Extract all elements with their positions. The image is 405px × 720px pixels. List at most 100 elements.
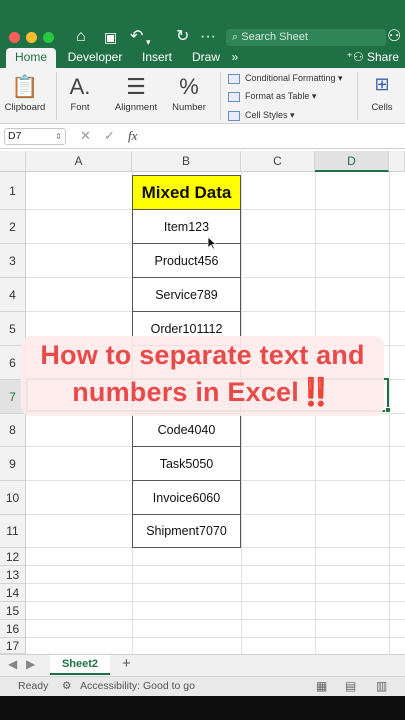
mouse-pointer-icon xyxy=(207,236,217,250)
cell-b3[interactable]: Product456 xyxy=(132,243,241,278)
cell-b11[interactable]: Shipment7070 xyxy=(132,514,241,548)
ribbon-tabs: Home Developer Insert Draw » ⁺⚇ Share xyxy=(0,48,405,68)
conditional-formatting-label: Conditional Formatting xyxy=(245,73,336,83)
accessibility-status[interactable]: Accessibility: Good to go xyxy=(80,677,195,696)
column-header-a[interactable]: A xyxy=(26,151,132,172)
tabs-overflow-chevron-icon[interactable]: » xyxy=(227,48,243,68)
search-icon: ⌕ xyxy=(232,31,239,43)
clipboard-group[interactable]: 📋 Clipboard xyxy=(2,68,48,124)
person-icon[interactable]: ⚇ xyxy=(387,28,401,46)
save-icon[interactable]: ▣ xyxy=(104,28,117,46)
page-layout-view-icon[interactable]: ▤ xyxy=(345,677,356,696)
cell-styles-button[interactable]: Cell Styles ▾ xyxy=(228,107,295,123)
normal-view-icon[interactable]: ▦ xyxy=(316,677,327,696)
cell-b1-header[interactable]: Mixed Data xyxy=(132,175,241,210)
conditional-formatting-button[interactable]: Conditional Formatting ▾ xyxy=(228,70,343,86)
add-person-icon: ⁺⚇ xyxy=(346,50,364,64)
format-as-table-icon xyxy=(228,91,240,102)
column-header-e[interactable] xyxy=(389,151,405,172)
column-header-c[interactable]: C xyxy=(241,151,315,172)
redo-icon[interactable]: ↻ xyxy=(176,28,189,46)
row-header-12[interactable]: 12 xyxy=(0,548,26,566)
fill-handle[interactable] xyxy=(385,407,391,413)
grid-line xyxy=(26,619,405,620)
format-as-table-label: Format as Table xyxy=(245,91,310,101)
share-button[interactable]: ⁺⚇ Share xyxy=(347,48,399,68)
select-all-corner[interactable] xyxy=(0,151,26,172)
row-header-10[interactable]: 10 xyxy=(0,481,26,515)
ribbon-separator xyxy=(56,72,57,120)
row-header-13[interactable]: 13 xyxy=(0,566,26,584)
undo-icon[interactable]: ↶ xyxy=(130,28,143,46)
title-overlay: How to separate text and numbers in Exce… xyxy=(21,336,384,416)
formula-bar: D7 ⇕ ✕ ✓ fx xyxy=(0,124,405,149)
next-sheet-icon[interactable]: ▶ xyxy=(26,657,35,671)
format-as-table-button[interactable]: Format as Table ▾ xyxy=(228,88,316,104)
search-sheet-input[interactable]: ⌕ Search Sheet xyxy=(226,29,386,46)
cell-b10[interactable]: Invoice6060 xyxy=(132,480,241,515)
prev-sheet-icon[interactable]: ◀ xyxy=(8,657,17,671)
bottom-frame xyxy=(0,696,405,720)
cell-b9[interactable]: Task5050 xyxy=(132,446,241,481)
row-header-9[interactable]: 9 xyxy=(0,447,26,481)
tab-home[interactable]: Home xyxy=(6,48,56,68)
name-box[interactable]: D7 ⇕ xyxy=(4,128,66,145)
minimize-window-button[interactable] xyxy=(26,32,37,43)
add-sheet-button[interactable]: + xyxy=(122,655,131,672)
cell-b4[interactable]: Service789 xyxy=(132,277,241,312)
row-header-2[interactable]: 2 xyxy=(0,210,26,244)
cells-label: Cells xyxy=(371,102,393,113)
column-header-b[interactable]: B xyxy=(132,151,241,172)
more-icon[interactable]: ··· xyxy=(200,28,216,46)
name-box-dropdown-icon: ⇕ xyxy=(55,132,62,141)
accessibility-icon: ⚙ xyxy=(62,680,72,692)
row-header-4[interactable]: 4 xyxy=(0,278,26,312)
sheet-tab-bar: ◀ ▶ Sheet2 + xyxy=(0,654,405,676)
status-bar: Ready ⚙ Accessibility: Good to go ▦ ▤ ▥ xyxy=(0,676,405,696)
row-header-1[interactable]: 1 xyxy=(0,172,26,210)
clipboard-label: Clipboard xyxy=(4,102,46,113)
number-label: Number xyxy=(172,102,206,113)
cancel-entry-icon[interactable]: ✕ xyxy=(80,128,91,144)
font-icon: A. xyxy=(69,74,91,99)
status-ready: Ready xyxy=(18,680,49,692)
sheet-tab-sheet2[interactable]: Sheet2 xyxy=(50,655,110,675)
row-header-17[interactable]: 17 xyxy=(0,638,26,654)
tab-draw[interactable]: Draw xyxy=(186,48,226,68)
font-group[interactable]: A. Font xyxy=(60,68,100,124)
fx-icon[interactable]: fx xyxy=(128,128,137,144)
close-window-button[interactable] xyxy=(9,32,20,43)
row-header-11[interactable]: 11 xyxy=(0,515,26,548)
page-break-view-icon[interactable]: ▥ xyxy=(376,677,387,696)
alignment-group[interactable]: ☰ Alignment xyxy=(110,68,162,124)
cell-b2[interactable]: Item123 xyxy=(132,209,241,244)
ribbon-separator xyxy=(220,72,221,120)
number-group[interactable]: % Number xyxy=(168,68,210,124)
tab-developer[interactable]: Developer xyxy=(62,48,128,68)
cells-icon: ⊞ xyxy=(374,74,390,94)
percent-icon: % xyxy=(179,74,199,99)
formula-input[interactable] xyxy=(152,128,402,145)
grid-line xyxy=(26,565,405,566)
enter-entry-icon[interactable]: ✓ xyxy=(104,128,115,144)
align-lines-icon: ☰ xyxy=(126,74,146,99)
row-header-14[interactable]: 14 xyxy=(0,584,26,602)
overlay-title-line-2: numbers in Excel‼️ xyxy=(72,377,333,407)
conditional-formatting-icon xyxy=(228,73,240,84)
home-icon[interactable]: ⌂ xyxy=(76,28,86,46)
ribbon-separator xyxy=(357,72,358,120)
tab-insert[interactable]: Insert xyxy=(134,48,180,68)
grid-line xyxy=(26,637,405,638)
cell-b8[interactable]: Code4040 xyxy=(132,413,241,447)
zoom-window-button[interactable] xyxy=(43,32,54,43)
column-header-d[interactable]: D xyxy=(315,151,389,172)
row-header-8[interactable]: 8 xyxy=(0,414,26,447)
grid-line xyxy=(26,583,405,584)
grid-line xyxy=(26,601,405,602)
clipboard-icon: 📋 xyxy=(11,74,39,99)
row-header-3[interactable]: 3 xyxy=(0,244,26,278)
cells-group[interactable]: ⊞ Cells xyxy=(362,68,402,124)
font-label: Font xyxy=(70,102,90,113)
row-header-15[interactable]: 15 xyxy=(0,602,26,620)
row-header-16[interactable]: 16 xyxy=(0,620,26,638)
